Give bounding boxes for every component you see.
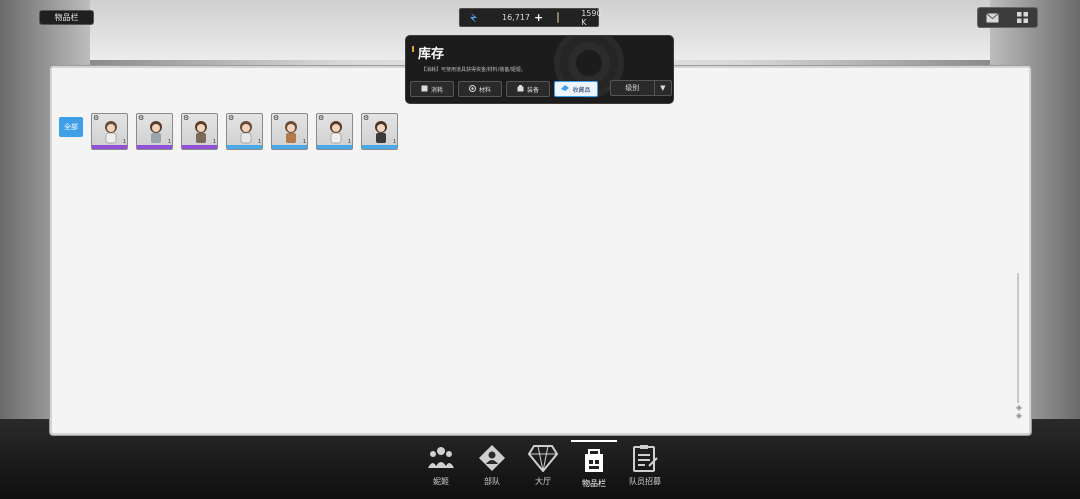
nav-nikke[interactable]: 妮姬 xyxy=(418,440,464,490)
tab-label: 装备 xyxy=(526,86,539,94)
inventory-icon xyxy=(580,444,608,476)
tab-consumable[interactable]: 消耗 xyxy=(410,81,454,97)
gear-icon: ⚙ xyxy=(318,114,325,122)
rarity-bar xyxy=(227,145,262,149)
nav-label: 队员招募 xyxy=(629,477,661,486)
collection-item[interactable]: ⚙ 1 xyxy=(361,113,398,150)
collection-item[interactable]: ⚙ 1 xyxy=(316,113,353,150)
title-accent xyxy=(412,46,414,52)
recruit-icon xyxy=(632,442,658,474)
equipment-icon xyxy=(517,84,524,94)
credit-value: 1590 K xyxy=(581,8,602,27)
credit-icon xyxy=(557,12,560,23)
tab-label: 消耗 xyxy=(430,86,443,94)
collection-item[interactable]: ⚙ 1 xyxy=(271,113,308,150)
collection-item[interactable]: ⚙ 1 xyxy=(181,113,218,150)
chibi-portrait-icon xyxy=(285,121,297,143)
grid-icon[interactable] xyxy=(1013,11,1031,25)
bottom-nav: 妮姬 部队 大厅 物品栏 队员招募 xyxy=(418,440,668,490)
mail-icon[interactable] xyxy=(984,11,1002,25)
nav-label: 妮姬 xyxy=(433,477,449,486)
nav-inventory[interactable]: 物品栏 xyxy=(571,440,617,490)
consumable-icon xyxy=(421,85,428,94)
rarity-bar xyxy=(92,145,127,149)
inventory-tabs: 消耗 材料 装备 收藏品 xyxy=(410,81,598,97)
nav-label: 物品栏 xyxy=(582,479,606,488)
inventory-description: 【消耗】可使用道具获得资金/材料/装备/姬姬。 xyxy=(421,67,527,73)
rarity-bar xyxy=(317,145,352,149)
nav-lobby[interactable]: 大厅 xyxy=(520,440,566,490)
collection-icon xyxy=(561,85,570,93)
nav-label: 大厅 xyxy=(535,477,551,486)
item-list: ⚙ 1 ⚙ 1 ⚙ 1 ⚙ 1 ⚙ 1 ⚙ 1 ⚙ 1 xyxy=(91,113,398,150)
tab-equipment[interactable]: 装备 xyxy=(506,81,550,97)
rarity-bar xyxy=(362,145,397,149)
squad-icon xyxy=(478,442,506,474)
sort-label: 级别 xyxy=(625,84,640,92)
top-right-buttons xyxy=(977,7,1038,28)
tab-label: 材料 xyxy=(478,86,491,94)
chibi-portrait-icon xyxy=(105,121,117,144)
lobby-icon xyxy=(528,442,558,474)
page-title: 物品栏 xyxy=(39,10,94,25)
inventory-title: 库存 xyxy=(418,47,445,62)
collection-item[interactable]: ⚙ 1 xyxy=(136,113,173,150)
gear-icon: ⚙ xyxy=(138,114,145,122)
chibi-portrait-icon xyxy=(375,121,387,143)
energy-icon xyxy=(468,11,480,25)
gear-icon: ⚙ xyxy=(228,114,235,122)
gear-icon: ⚙ xyxy=(93,114,100,122)
rarity-bar xyxy=(182,145,217,149)
collection-item[interactable]: ⚙ 1 xyxy=(91,113,128,150)
inventory-category-panel: 库存 【消耗】可使用道具获得资金/材料/装备/姬姬。 消耗 材料 装备 收藏品 … xyxy=(405,35,674,104)
tab-collection[interactable]: 收藏品 xyxy=(554,81,598,97)
rarity-bar xyxy=(137,145,172,149)
collection-item[interactable]: ⚙ 1 xyxy=(226,113,263,150)
add-energy-button[interactable]: + xyxy=(534,12,543,23)
material-icon xyxy=(468,84,476,94)
gear-icon: ⚙ xyxy=(273,114,280,122)
gear-icon: ⚙ xyxy=(363,114,370,122)
nav-label: 部队 xyxy=(484,477,500,486)
gear-icon: ⚙ xyxy=(183,114,190,122)
tab-material[interactable]: 材料 xyxy=(458,81,502,97)
rarity-bar xyxy=(272,145,307,149)
panel-corner-deco-icon: ◈ ◈ xyxy=(1015,403,1022,420)
nav-recruit[interactable]: 队员招募 xyxy=(622,440,668,490)
filter-all-button[interactable]: 全部 xyxy=(59,117,83,137)
energy-value: 16,717 xyxy=(502,13,530,22)
chevron-down-icon[interactable]: ▼ xyxy=(653,81,671,95)
chibi-portrait-icon xyxy=(150,121,162,143)
chibi-portrait-icon xyxy=(240,121,252,144)
tab-label: 收藏品 xyxy=(572,86,591,94)
nikke-icon xyxy=(427,442,455,474)
currency-bar: 16,717 + 1590 K xyxy=(459,8,602,27)
nav-squad[interactable]: 部队 xyxy=(469,440,515,490)
sort-dropdown[interactable]: 级别 ▼ xyxy=(610,80,672,96)
chibi-portrait-icon xyxy=(330,121,342,144)
chibi-portrait-icon xyxy=(195,121,207,143)
scrollbar[interactable] xyxy=(1017,273,1019,403)
